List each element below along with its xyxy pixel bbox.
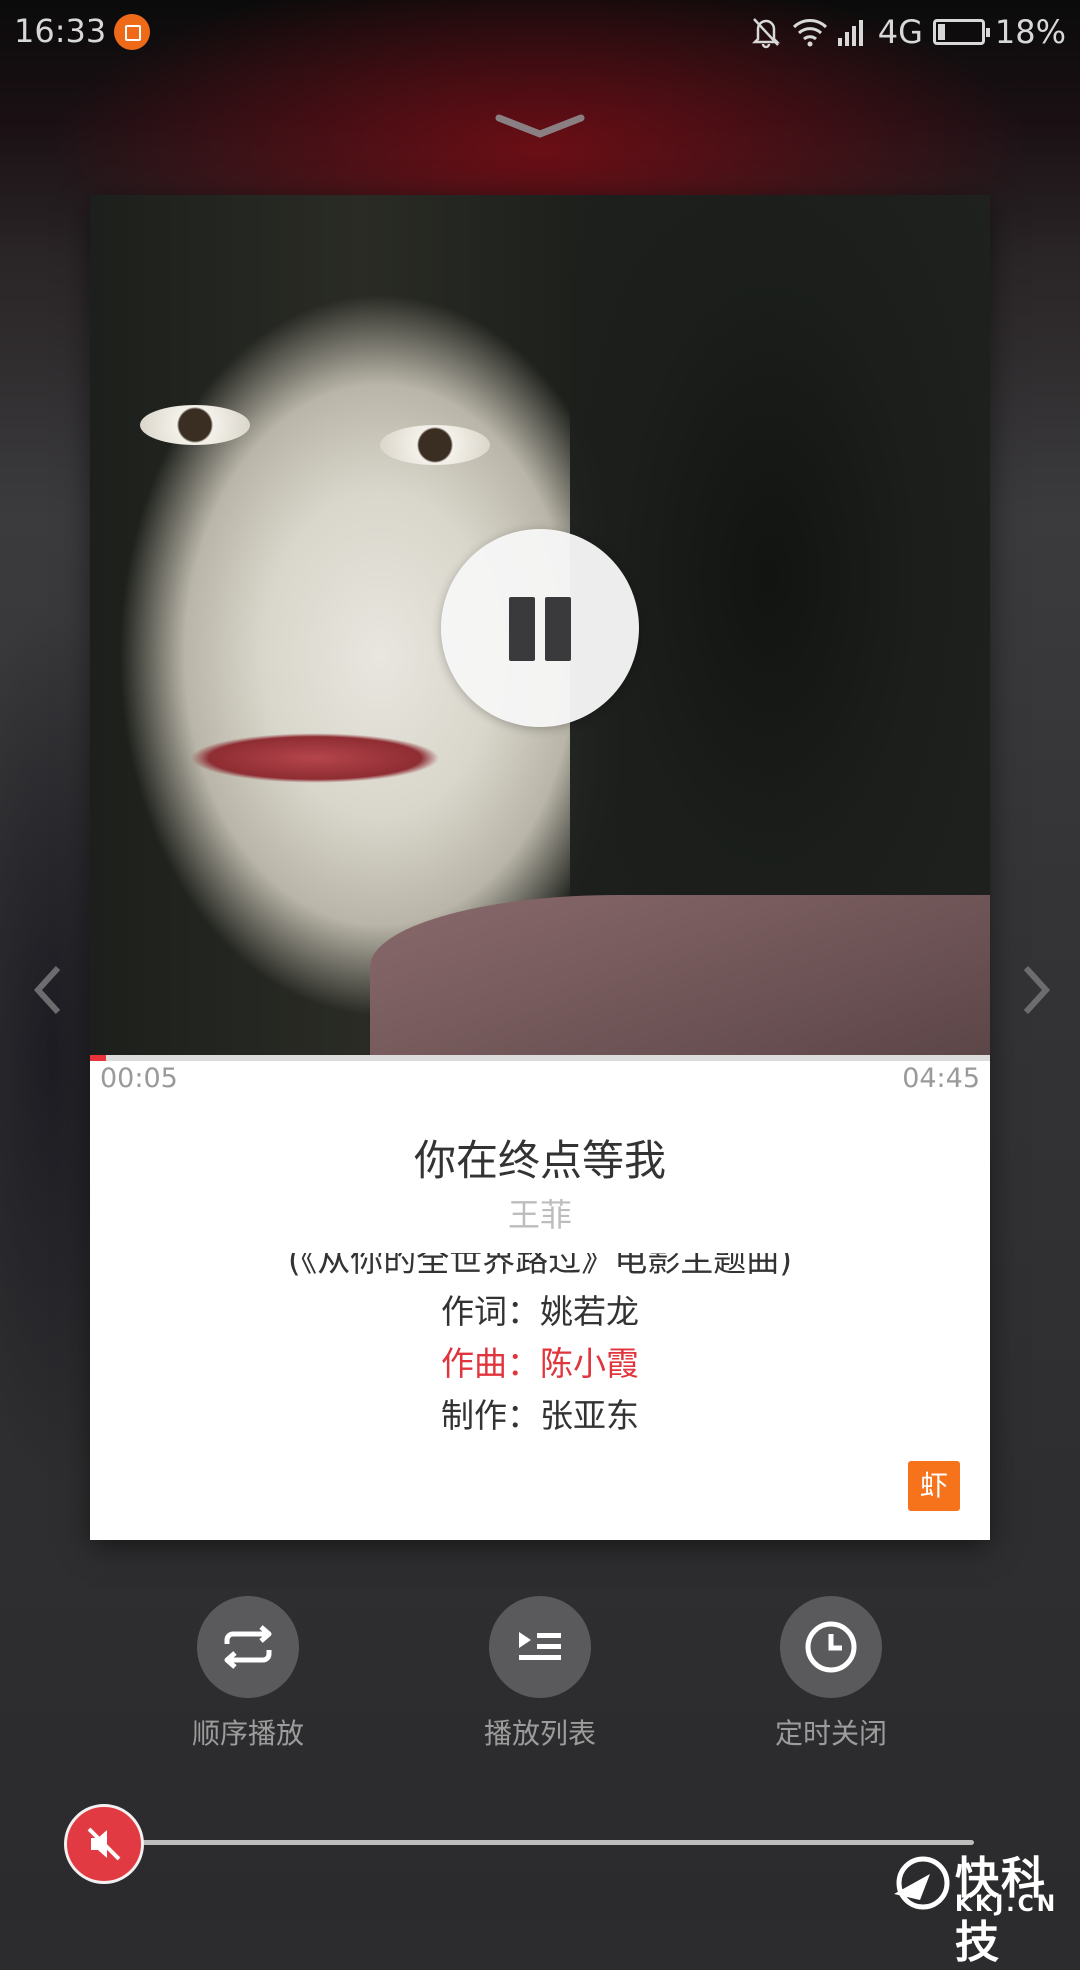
play-mode-label: 顺序播放 — [191, 1717, 304, 1750]
lyric-line: 制作：张亚东 — [441, 1396, 639, 1431]
sleep-timer-button[interactable]: 定时关闭 — [711, 1596, 951, 1752]
status-time: 16:33 — [14, 12, 107, 50]
artist-name[interactable]: 王菲 — [90, 1190, 990, 1236]
song-progress-fill — [90, 1055, 106, 1061]
battery-percent: 18% — [994, 13, 1066, 51]
watermark-subtext: KKJ.CN — [955, 1892, 1059, 1917]
lyric-line: (《从你的全世界路过》电影主题曲) — [287, 1253, 793, 1279]
elapsed-time: 00:05 — [100, 1063, 178, 1094]
mute-icon[interactable] — [64, 1804, 144, 1884]
lyric-line: 作词：姚若龙 — [441, 1292, 639, 1331]
song-title: 你在终点等我 — [413, 1136, 666, 1185]
bell-muted-icon — [750, 15, 782, 49]
repeat-icon — [197, 1596, 299, 1698]
play-mode-button[interactable]: 顺序播放 — [128, 1596, 368, 1752]
status-bar: 16:33 4G 18% — [0, 0, 1080, 62]
album-cover — [90, 195, 990, 1055]
wifi-icon — [792, 17, 828, 47]
song-progress-bar[interactable] — [90, 1055, 990, 1061]
signal-icon — [837, 18, 868, 46]
cover-lips — [190, 733, 440, 783]
previous-song-arrow-icon[interactable] — [28, 962, 68, 1018]
pause-button[interactable] — [441, 529, 639, 727]
watermark-logo-icon — [890, 1850, 956, 1920]
next-song-arrow-icon[interactable] — [1016, 962, 1056, 1018]
playlist-button[interactable]: 播放列表 — [420, 1596, 660, 1752]
status-icons: 4G 18% — [750, 12, 1066, 52]
pause-icon — [509, 597, 535, 661]
app-notification-icon — [114, 14, 150, 50]
total-duration: 04:45 — [902, 1063, 980, 1094]
xiami-source-badge[interactable]: 虾 — [908, 1461, 960, 1511]
cover-sweater — [370, 895, 990, 1055]
sleep-timer-label: 定时关闭 — [774, 1717, 887, 1750]
battery-icon — [932, 19, 990, 45]
collapse-chevron-icon[interactable] — [495, 108, 585, 148]
network-type: 4G — [877, 13, 923, 51]
volume-slider[interactable] — [110, 1840, 974, 1845]
lyric-line-active: 作曲：陈小霞 — [441, 1344, 639, 1383]
lyrics-view[interactable]: (《从你的全世界路过》电影主题曲) 作词：姚若龙 作曲：陈小霞 制作：张亚东 — [90, 1253, 990, 1431]
cover-eye-right — [380, 425, 490, 465]
pause-icon-bar — [545, 597, 571, 661]
clock-icon — [780, 1596, 882, 1698]
cover-eye-left — [140, 405, 250, 445]
battery-fill — [937, 24, 946, 40]
playlist-label: 播放列表 — [483, 1717, 596, 1750]
playlist-icon — [489, 1596, 591, 1698]
now-playing-card: 00:05 04:45 你在终点等我 王菲 (《从你的全世界路过》电影主题曲) … — [90, 195, 990, 1540]
